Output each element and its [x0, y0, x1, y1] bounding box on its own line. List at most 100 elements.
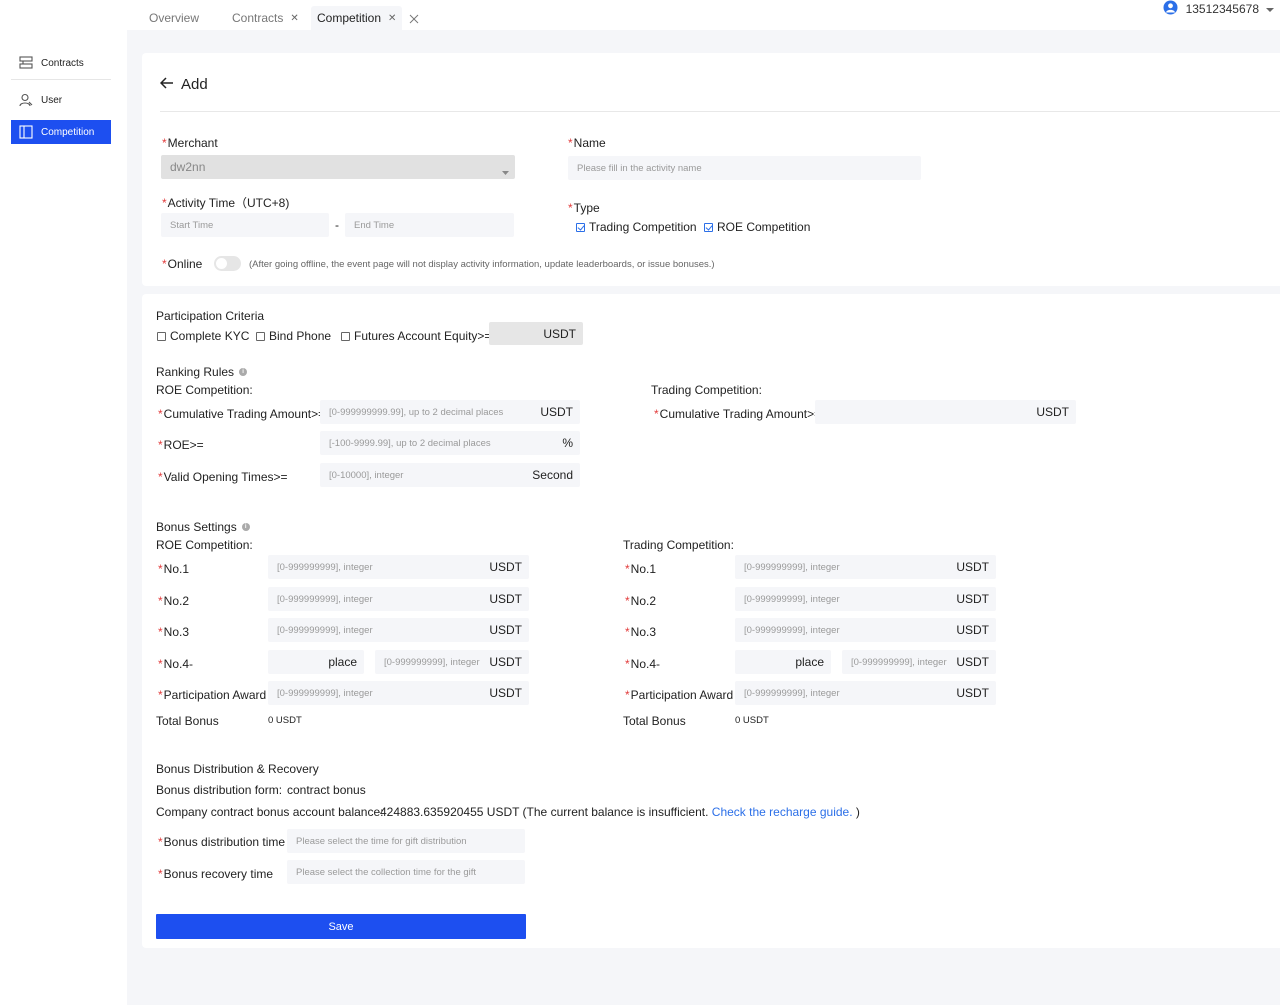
trading-place-input[interactable]: place [735, 650, 831, 674]
start-time-placeholder: Start Time [170, 219, 214, 231]
trading-no4-input[interactable]: [0-999999999], integer USDT [842, 650, 996, 674]
tab-contracts[interactable]: Contracts ✕ [226, 6, 305, 30]
distribution-form-value: contract bonus [287, 783, 366, 797]
merchant-label: *Merchant [162, 136, 218, 150]
trading-no2-input[interactable]: [0-999999999], integer USDT [735, 587, 996, 611]
tab-overview[interactable]: Overview [143, 6, 205, 30]
unit-label: USDT [489, 686, 522, 700]
tab-bar: Overview Contracts ✕ Competition ✕ 13512… [127, 0, 1280, 30]
distribution-time-input[interactable]: Please select the time for gift distribu… [287, 829, 525, 853]
type-roe-checkbox[interactable]: ROE Competition [704, 220, 810, 234]
input-placeholder: [0-999999999], integer [744, 624, 840, 636]
trading-no3-input[interactable]: [0-999999999], integer USDT [735, 618, 996, 642]
online-toggle[interactable] [214, 256, 241, 271]
roe-no3-input[interactable]: [0-999999999], integer USDT [268, 618, 529, 642]
end-time-input[interactable]: End Time [345, 213, 514, 237]
type-label: *Type [568, 201, 600, 215]
unit-label: place [328, 655, 357, 669]
distribution-form-label: Bonus distribution form: [156, 783, 283, 797]
checkbox-label: Bind Phone [269, 329, 332, 343]
back-arrow-icon[interactable] [159, 77, 174, 92]
unit-label: place [795, 655, 824, 669]
checkbox-label: Complete KYC [170, 329, 250, 343]
trading-no3-label: *No.3 [625, 625, 657, 639]
roe-no1-label: *No.1 [158, 562, 190, 576]
trading-no4-label: *No.4- [625, 657, 661, 671]
roe-input[interactable]: [-100-9999.99], up to 2 decimal places % [320, 431, 580, 455]
roe-participation-input[interactable]: [0-999999999], integer USDT [268, 681, 529, 705]
unit-label: USDT [956, 623, 989, 637]
bonus-roe-title: ROE Competition: [156, 538, 253, 552]
recharge-guide-link[interactable]: Check the recharge guide. [712, 805, 853, 819]
tab-label: Competition [317, 11, 382, 25]
roe-no4-input[interactable]: [0-999999999], integer USDT [375, 650, 529, 674]
page-title: Add [181, 76, 208, 93]
name-input[interactable]: Please fill in the activity name [568, 156, 921, 180]
trading-no2-label: *No.2 [625, 594, 657, 608]
checkbox-checked-icon [704, 222, 713, 232]
trading-participation-input[interactable]: [0-999999999], integer USDT [735, 681, 996, 705]
unit-label: USDT [956, 686, 989, 700]
tab-label: Contracts [232, 11, 284, 25]
close-icon[interactable]: ✕ [388, 13, 396, 24]
ranking-trading-title: Trading Competition: [651, 383, 762, 397]
type-trading-checkbox[interactable]: Trading Competition [576, 220, 697, 234]
competition-icon [19, 125, 33, 139]
roe-no2-label: *No.2 [158, 594, 190, 608]
trading-total-label: Total Bonus [623, 714, 686, 728]
close-all-icon[interactable] [409, 13, 419, 27]
date-range-separator: - [335, 218, 339, 232]
recovery-time-input[interactable]: Please select the collection time for th… [287, 860, 525, 884]
distribution-time-label: *Bonus distribution time [158, 835, 286, 849]
roe-no4-label: *No.4- [158, 657, 194, 671]
roe-cum-input[interactable]: [0-999999999.99], up to 2 decimal places… [320, 400, 580, 424]
unit-label: USDT [489, 623, 522, 637]
roe-participation-label: *Participation Award [158, 688, 267, 702]
input-placeholder: [0-999999999], integer [277, 593, 373, 605]
balance-close-paren: ) [855, 805, 860, 819]
bonus-trading-title: Trading Competition: [623, 538, 734, 552]
checkbox-label: Trading Competition [589, 220, 697, 234]
sidebar-item-competition[interactable]: Competition [11, 120, 111, 144]
unit-label: USDT [489, 560, 522, 574]
save-button[interactable]: Save [156, 914, 526, 939]
trading-cum-label: *Cumulative Trading Amount>= [654, 407, 822, 421]
tab-label: Overview [149, 11, 200, 25]
page-header: Add [159, 76, 208, 93]
close-icon[interactable]: ✕ [290, 13, 298, 24]
input-placeholder: [0-999999999.99], up to 2 decimal places [329, 406, 504, 418]
kyc-checkbox[interactable]: Complete KYC [157, 329, 249, 343]
trading-participation-label: *Participation Award [625, 688, 734, 702]
balance-value: 424883.635920455 USDT (The current balan… [380, 805, 709, 819]
trading-no1-input[interactable]: [0-999999999], integer USDT [735, 555, 996, 579]
info-icon[interactable]: i [239, 368, 248, 376]
equity-checkbox[interactable]: Futures Account Equity>= [341, 329, 491, 343]
input-placeholder: [0-999999999], integer [277, 624, 373, 636]
merchant-select[interactable]: dw2nn [161, 155, 515, 179]
checkbox-checked-icon [576, 222, 585, 232]
opening-times-input[interactable]: [0-10000], integer Second [320, 463, 580, 487]
trading-cum-input[interactable]: USDT [815, 400, 1076, 424]
chevron-down-icon [502, 165, 509, 179]
bind-phone-checkbox[interactable]: Bind Phone [256, 329, 331, 343]
equity-input[interactable]: USDT [489, 322, 583, 345]
roe-no1-input[interactable]: [0-999999999], integer USDT [268, 555, 529, 579]
online-label: *Online [162, 257, 203, 271]
tab-competition[interactable]: Competition ✕ [311, 6, 403, 30]
start-time-input[interactable]: Start Time [161, 213, 329, 237]
input-placeholder: Please select the collection time for th… [296, 866, 477, 878]
roe-no2-input[interactable]: [0-999999999], integer USDT [268, 587, 529, 611]
unit-label: USDT [486, 650, 522, 674]
roe-place-input[interactable]: place [268, 650, 364, 674]
user-menu[interactable]: 13512345678 [1163, 0, 1274, 18]
unit-label: USDT [543, 326, 576, 341]
sidebar-item-contracts[interactable]: Contracts [11, 51, 111, 75]
input-placeholder: Please select the time for gift distribu… [296, 835, 467, 847]
info-icon[interactable]: i [241, 523, 250, 531]
activity-time-label: *Activity Time（UTC+8) [162, 196, 290, 210]
balance-info: 424883.635920455 USDT (The current balan… [380, 805, 860, 819]
sidebar-item-user[interactable]: User [11, 88, 111, 112]
name-placeholder: Please fill in the activity name [577, 162, 702, 174]
input-placeholder: [0-999999999], integer [277, 561, 373, 573]
settings-panel: Participation Criteria Complete KYC Bind… [142, 294, 1280, 948]
